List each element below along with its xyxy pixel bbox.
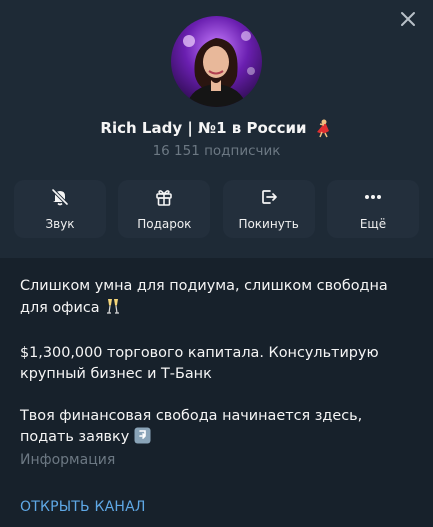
close-icon[interactable] xyxy=(398,9,418,29)
channel-title: Rich Lady | №1 в России xyxy=(0,118,433,138)
gift-icon xyxy=(154,187,174,211)
action-bar: Звук Подарок Покинуть Ещё xyxy=(14,180,419,238)
mute-label: Звук xyxy=(45,217,75,231)
champagne-emoji xyxy=(104,297,122,322)
subscriber-count: 16 151 подписчик xyxy=(152,143,281,159)
channel-title-text: Rich Lady | №1 в России xyxy=(100,119,307,137)
description-line-2: $1,300,000 торгового капитала. Консульти… xyxy=(20,345,379,382)
down-arrow-emoji xyxy=(134,427,151,451)
leave-label: Покинуть xyxy=(238,217,299,231)
leave-icon xyxy=(259,187,279,211)
gift-label: Подарок xyxy=(137,217,192,231)
leave-button[interactable]: Покинуть xyxy=(222,180,315,238)
muted-bell-icon xyxy=(50,187,70,211)
info-label: Информация xyxy=(20,452,116,468)
description-line-1: Слишком умна для подиума, слишком свобод… xyxy=(20,276,415,322)
gift-button[interactable]: Подарок xyxy=(118,180,211,238)
mute-button[interactable]: Звук xyxy=(14,180,106,238)
more-label: Ещё xyxy=(359,217,387,231)
more-dots-icon xyxy=(363,187,383,211)
description-text-1: Слишком умна для подиума, слишком свобод… xyxy=(20,278,388,316)
description-line-3: Твоя финансовая свобода начинается здесь… xyxy=(20,406,415,451)
more-button[interactable]: Ещё xyxy=(326,180,419,238)
channel-header: Rich Lady | №1 в России 16 151 подписчик… xyxy=(0,0,433,258)
dancer-emoji xyxy=(313,118,333,138)
open-channel-button[interactable]: ОТКРЫТЬ КАНАЛ xyxy=(20,499,146,515)
description-text-3: Твоя финансовая свобода начинается здесь… xyxy=(20,408,363,445)
channel-description: Слишком умна для подиума, слишком свобод… xyxy=(20,276,415,451)
avatar xyxy=(171,16,262,107)
